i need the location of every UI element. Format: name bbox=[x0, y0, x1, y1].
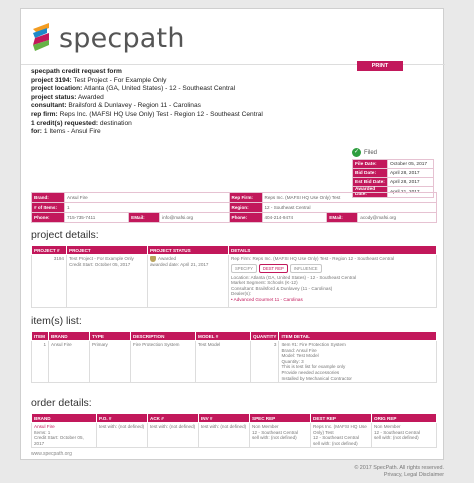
table-row: 1 Ansul Fire Primary Fire Protection Sys… bbox=[31, 339, 437, 384]
check-circle-icon: ✓ bbox=[352, 148, 361, 157]
copyright-footer: © 2017 SpecPath. All rights reserved. Pr… bbox=[300, 465, 444, 479]
form-title: specpath credit request form bbox=[31, 68, 122, 75]
specpath-logo-icon bbox=[33, 23, 49, 51]
footer-url: www.specpath.org bbox=[31, 451, 72, 457]
general-info-table: Brand: Ansul Fire Rep Firm: Reps Inc. (M… bbox=[31, 192, 437, 223]
influence-pill[interactable]: INFLUENCE bbox=[289, 263, 322, 273]
credit-type-pills: SPECIFY DEST REP INFLUENCE bbox=[231, 263, 434, 273]
request-summary: specpath credit request form project 319… bbox=[31, 68, 361, 137]
items-table: ITEM BRAND TYPE DESCRIPTION MODEL # QUAN… bbox=[31, 331, 437, 384]
brand-header: specpath bbox=[21, 9, 445, 65]
legal-links[interactable]: Privacy, Legal Disclaimer bbox=[300, 472, 444, 479]
print-button[interactable]: PRINT bbox=[357, 61, 403, 71]
items-heading: item(s) list: bbox=[31, 315, 82, 327]
brand-name: specpath bbox=[59, 23, 185, 54]
table-row: Ansul Fire Items: 1 Credit Start: Octobe… bbox=[31, 421, 437, 449]
order-details-table: BRAND P.O. # ACK # INV # SPEC REP DEST R… bbox=[31, 413, 437, 449]
dest-rep-pill[interactable]: DEST REP bbox=[258, 263, 288, 273]
order-details-heading: order details: bbox=[31, 397, 92, 409]
filed-status: ✓ Filed bbox=[352, 148, 378, 157]
brand-email-link[interactable]: info@mafsi.org bbox=[159, 212, 230, 223]
specify-pill[interactable]: SPECIFY bbox=[231, 263, 257, 273]
project-details-table: PROJECT # PROJECT PROJECT STATUS DETAILS… bbox=[31, 245, 437, 308]
project-details-heading: project details: bbox=[31, 229, 99, 241]
form-page: specpath PRINT specpath credit request f… bbox=[20, 8, 445, 460]
rep-email-link[interactable]: acody@mafsi.org bbox=[357, 212, 437, 223]
dealer-link[interactable]: • Advanced Gourmet 11 - Carolinas bbox=[231, 297, 434, 303]
